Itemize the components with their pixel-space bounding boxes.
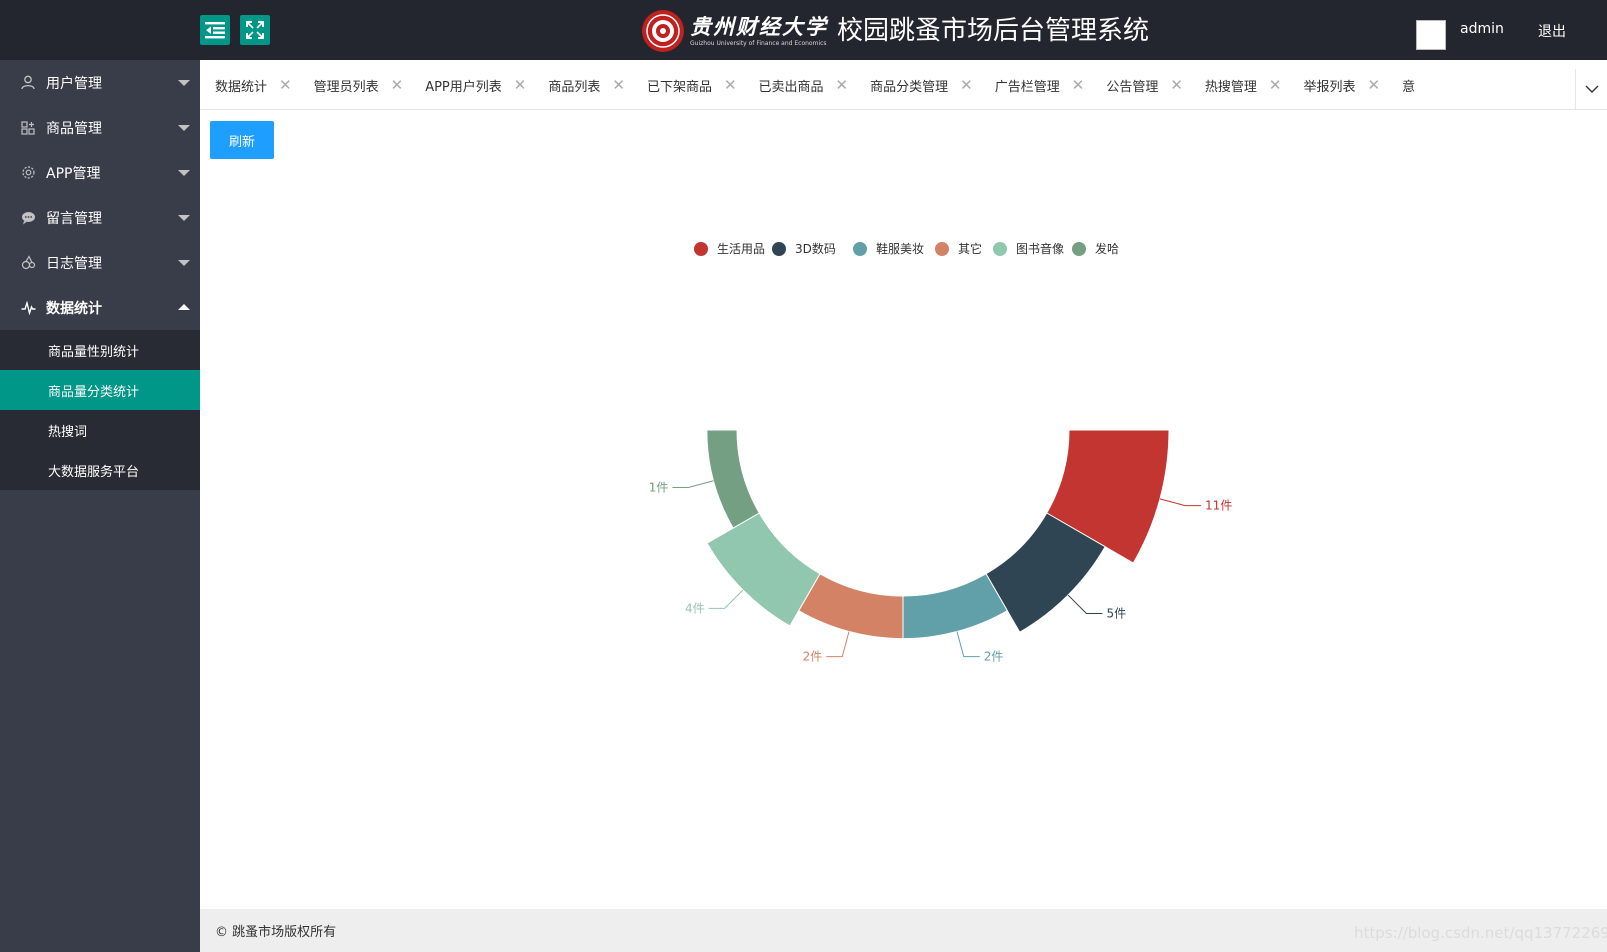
rose-segment[interactable] <box>902 573 1009 640</box>
data-label: 11件 <box>1205 499 1232 513</box>
label-leader-line <box>672 480 714 488</box>
rose-segment[interactable] <box>706 429 760 529</box>
data-label: 4件 <box>685 601 705 615</box>
data-label: 2件 <box>803 650 823 664</box>
label-leader-line <box>1067 594 1103 614</box>
label-leader-line <box>956 631 980 658</box>
watermark-text: https://blog.csdn.net/qq137722697 <box>1354 924 1607 942</box>
data-label: 2件 <box>984 650 1004 664</box>
data-label: 1件 <box>649 480 669 494</box>
data-label: 5件 <box>1106 606 1126 620</box>
copyright-text: © 跳蚤市场版权所有 <box>215 925 337 940</box>
label-leader-line <box>1159 498 1202 507</box>
category-rose-chart: 11件 5件 2件 2件 4件 1件 <box>649 429 1232 664</box>
label-leader-line <box>826 631 850 658</box>
label-leader-line <box>708 589 744 609</box>
